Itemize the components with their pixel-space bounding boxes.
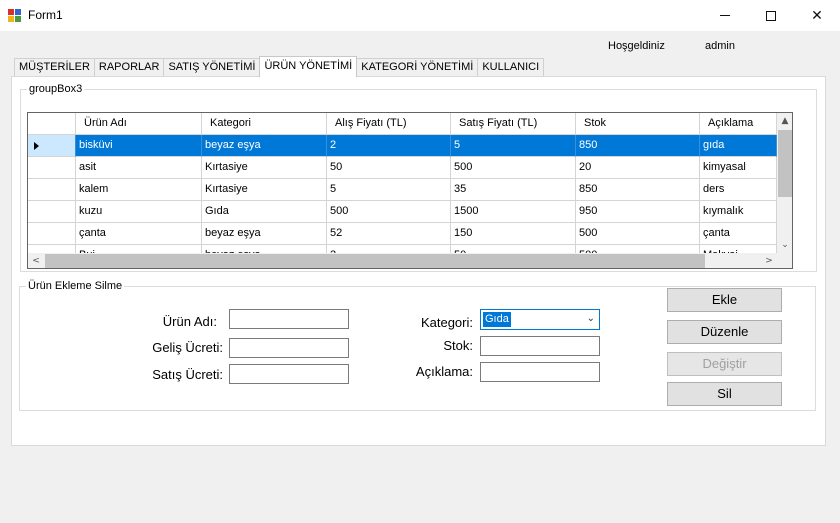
grid-header-row[interactable]: Ürün Adı Kategori Alış Fiyatı (TL) Satış Fi… (28, 113, 777, 135)
column-header[interactable]: Stok (576, 113, 700, 135)
kategori-selected-value: Gıda (483, 312, 511, 327)
table-cell[interactable]: 850 (576, 135, 700, 157)
satis-ucreti-input[interactable] (229, 364, 349, 384)
table-cell[interactable]: 950 (576, 201, 700, 223)
welcome-label: Hoşgeldiniz (608, 40, 665, 52)
vertical-scroll-thumb[interactable] (778, 130, 792, 197)
tab-raporlar[interactable]: RAPORLAR (93, 58, 165, 77)
tab-urun-yonetimi[interactable]: ÜRÜN YÖNETİMİ (259, 56, 358, 77)
groupbox-title: Ürün Ekleme Silme (26, 280, 125, 292)
vertical-scrollbar[interactable]: ▲ ⌄ (777, 113, 792, 253)
column-header[interactable]: Satış Fiyatı (TL) (451, 113, 576, 135)
minimize-button[interactable] (702, 0, 748, 31)
table-cell[interactable]: 150 (451, 223, 576, 245)
table-cell[interactable]: 500 (327, 201, 451, 223)
table-row[interactable]: çanta beyaz eşya 52 150 500 çanta (28, 223, 777, 245)
scrollbar-corner (777, 253, 792, 268)
kategori-dropdown[interactable]: Gıda ⌄ (480, 309, 600, 330)
row-header[interactable] (28, 157, 76, 179)
table-cell[interactable]: 5 (451, 135, 576, 157)
tab-kategori-yonetimi[interactable]: KATEGORİ YÖNETİMİ (356, 58, 479, 77)
table-cell[interactable]: Kırtasiye (202, 157, 327, 179)
table-cell[interactable]: kuzu (76, 201, 202, 223)
ekle-button[interactable]: Ekle (667, 288, 782, 312)
table-row[interactable]: kalem Kırtasiye 5 35 850 ders (28, 179, 777, 201)
column-header[interactable]: Ürün Adı (76, 113, 202, 135)
table-cell[interactable]: Kırtasiye (202, 179, 327, 201)
column-header[interactable]: Açıklama (700, 113, 777, 135)
scroll-right-icon[interactable]: > (761, 253, 777, 268)
gelis-ucreti-label: Geliş Ücreti: (152, 340, 223, 355)
table-cell[interactable]: çanta (700, 223, 777, 245)
stok-label: Stok: (443, 338, 473, 353)
table-cell[interactable]: beyaz eşya (202, 223, 327, 245)
duzenle-button[interactable]: Düzenle (667, 320, 782, 344)
app-icon (8, 9, 21, 22)
satis-ucreti-label: Satış Ücreti: (152, 367, 223, 382)
table-cell[interactable]: gıda (700, 135, 777, 157)
table-row[interactable]: bisküvi beyaz eşya 2 5 850 gıda (28, 135, 777, 157)
table-cell[interactable]: beyaz eşya (202, 135, 327, 157)
degistir-button[interactable]: Değiştir (667, 352, 782, 376)
table-cell[interactable]: asit (76, 157, 202, 179)
table-cell[interactable]: 500 (451, 157, 576, 179)
close-icon: ✕ (811, 7, 823, 24)
table-cell[interactable]: kalem (76, 179, 202, 201)
minimize-icon (720, 15, 730, 16)
table-cell[interactable]: çanta (76, 223, 202, 245)
horizontal-scrollbar[interactable]: < > (28, 253, 777, 268)
window-title: Form1 (28, 8, 63, 22)
maximize-icon (766, 10, 776, 21)
table-cell[interactable]: kıymalık (700, 201, 777, 223)
groupbox-title: groupBox3 (27, 83, 85, 95)
stok-input[interactable] (480, 336, 600, 356)
scroll-left-icon[interactable]: < (28, 253, 44, 268)
column-header[interactable]: Alış Fiyatı (TL) (327, 113, 451, 135)
column-header[interactable]: Kategori (202, 113, 327, 135)
table-cell[interactable]: 50 (327, 157, 451, 179)
table-cell[interactable]: 2 (327, 135, 451, 157)
table-cell[interactable]: 35 (451, 179, 576, 201)
products-grid[interactable]: Ürün Adı Kategori Alış Fiyatı (TL) Satış Fi… (27, 112, 793, 269)
row-header[interactable] (28, 201, 76, 223)
tab-satis-yonetimi[interactable]: SATIŞ YÖNETİMİ (163, 58, 261, 77)
gelis-ucreti-input[interactable] (229, 338, 349, 358)
urun-adi-input[interactable] (229, 309, 349, 329)
row-header[interactable] (28, 223, 76, 245)
table-cell[interactable]: kimyasal (700, 157, 777, 179)
tab-musteriler[interactable]: MÜŞTERİLER (14, 58, 95, 77)
table-cell[interactable]: 20 (576, 157, 700, 179)
maximize-button[interactable] (748, 0, 794, 31)
table-cell[interactable]: Gıda (202, 201, 327, 223)
aciklama-label: Açıklama: (415, 364, 473, 379)
table-cell[interactable]: 500 (576, 223, 700, 245)
table-cell[interactable]: 52 (327, 223, 451, 245)
username-label: admin (705, 40, 735, 52)
table-cell[interactable]: 5 (327, 179, 451, 201)
sil-button[interactable]: Sil (667, 382, 782, 406)
table-row[interactable]: asit Kırtasiye 50 500 20 kimyasal (28, 157, 777, 179)
table-cell[interactable]: ders (700, 179, 777, 201)
chevron-down-icon[interactable]: ⌄ (587, 313, 595, 324)
table-cell[interactable]: bisküvi (76, 135, 202, 157)
table-row[interactable]: kuzu Gıda 500 1500 950 kıymalık (28, 201, 777, 223)
title-bar: Form1 ✕ (0, 0, 840, 31)
scroll-up-icon[interactable]: ▲ (777, 113, 792, 129)
grid-corner-header[interactable] (28, 113, 76, 135)
row-header[interactable] (28, 135, 76, 157)
table-cell[interactable]: 850 (576, 179, 700, 201)
aciklama-input[interactable] (480, 362, 600, 382)
close-button[interactable]: ✕ (794, 0, 840, 31)
row-header[interactable] (28, 179, 76, 201)
kategori-label: Kategori: (420, 315, 473, 330)
tab-kullanici[interactable]: KULLANICI (477, 58, 545, 77)
current-row-arrow-icon (34, 142, 39, 150)
urun-adi-label: Ürün Adı: (162, 314, 217, 329)
tab-strip: MÜŞTERİLER RAPORLAR SATIŞ YÖNETİMİ ÜRÜN … (14, 56, 545, 77)
scroll-down-icon[interactable]: ⌄ (777, 237, 792, 253)
tab-page-urun-yonetimi: groupBox3 Ürün Adı Kategori Alış Fiyatı (T… (11, 76, 826, 446)
table-cell[interactable]: 1500 (451, 201, 576, 223)
horizontal-scroll-thumb[interactable] (45, 254, 705, 268)
